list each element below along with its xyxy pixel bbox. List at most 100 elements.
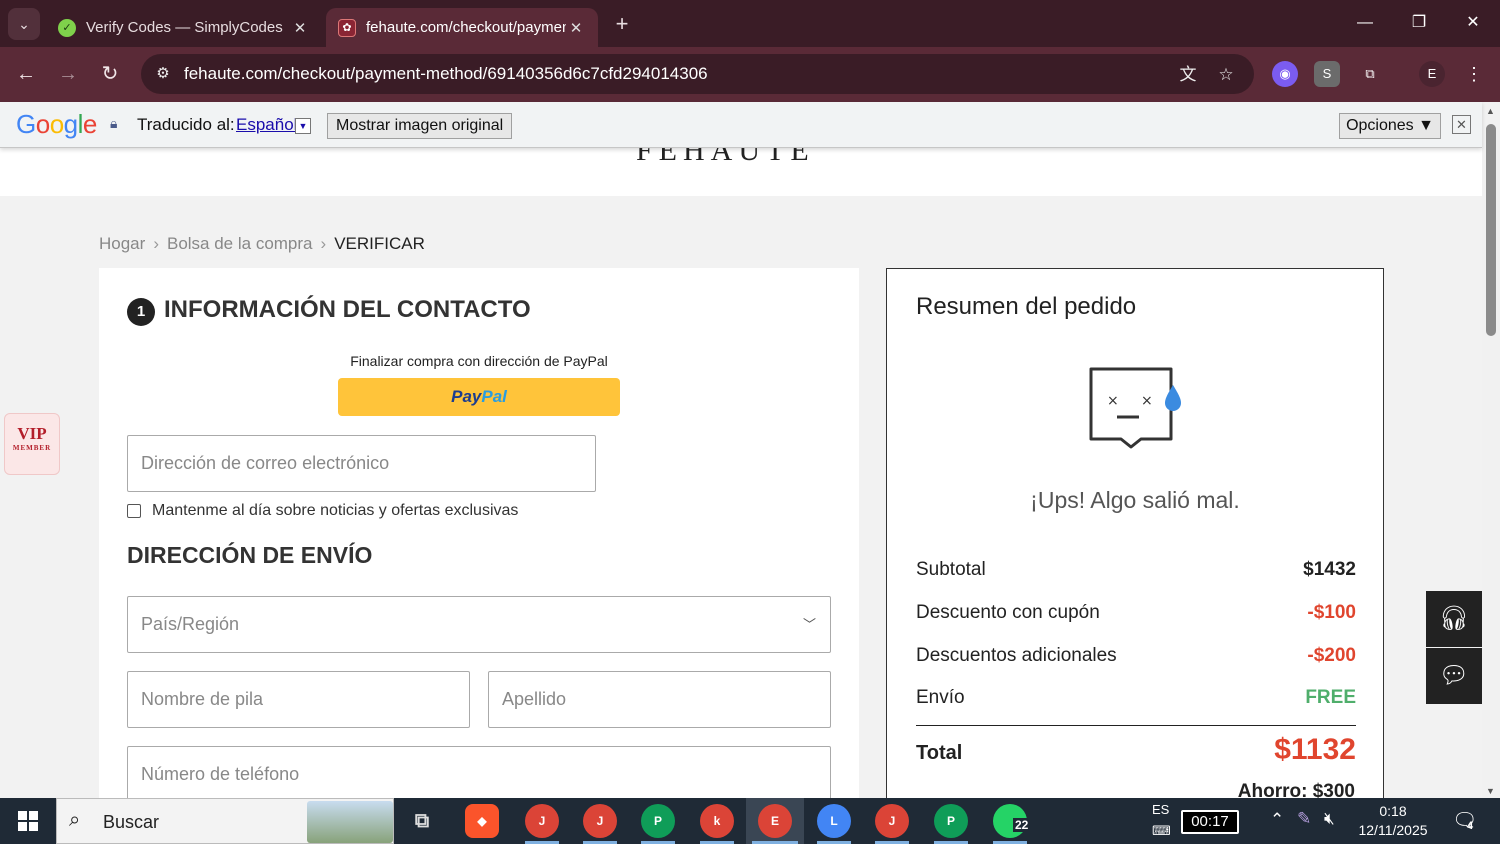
arrow-left-icon: ← (16, 63, 36, 85)
tab-search-button[interactable]: ⌄ (8, 8, 40, 40)
chrome-profile-letter: k (713, 814, 721, 828)
search-highlight-image (307, 801, 393, 843)
tab-fehaute-checkout[interactable]: ✿ fehaute.com/checkout/paymen ✕ (326, 8, 598, 47)
show-original-button[interactable]: Mostrar imagen original (327, 113, 513, 139)
paypal-logo-pay: Pay (451, 387, 482, 406)
country-select[interactable]: País/Región ﹀ (127, 596, 831, 653)
tab-title: Verify Codes — SimplyCodes (86, 19, 283, 36)
first-name-input[interactable]: Nombre de pila (127, 671, 470, 728)
order-summary-card: Resumen del pedido × × ¡Ups! Algo salió … (886, 268, 1384, 798)
breadcrumb-home-link[interactable]: Hogar (99, 234, 145, 254)
chat-button[interactable]: 💬︎ (1426, 648, 1482, 704)
vip-member-text: MEMBER (12, 444, 52, 452)
speaker-muted-icon[interactable]: 🔇︎ (1324, 809, 1335, 829)
page-scrollbar[interactable]: ▲ ▼ (1482, 102, 1500, 798)
chevron-right-icon: › (153, 234, 159, 253)
site-logo[interactable]: FEHAUTE (636, 148, 815, 168)
summary-value: FREE (1305, 687, 1356, 708)
chrome-profile-icon[interactable]: L (817, 804, 851, 838)
pen-icon[interactable]: ✎ (1297, 809, 1311, 829)
browser-menu-icon[interactable]: ⋮ (1461, 61, 1487, 87)
breadcrumb: Hogar › Bolsa de la compra › VERIFICAR (99, 234, 425, 254)
scroll-up-arrow-icon[interactable]: ▲ (1486, 106, 1495, 116)
summary-value: $1432 (1303, 559, 1356, 580)
extension-purple-icon[interactable]: ◉ (1272, 61, 1298, 87)
chrome-profile-icon[interactable]: P (934, 804, 968, 838)
customer-support-button[interactable]: 🎧︎ (1426, 591, 1482, 647)
extension-s-button[interactable]: S (1314, 61, 1340, 87)
reload-icon: ↻ (101, 63, 119, 85)
chrome-profile-icon[interactable]: J (583, 804, 617, 838)
newsletter-checkbox[interactable] (127, 504, 141, 518)
chrome-profile-letter: J (596, 814, 604, 828)
vip-member-badge[interactable]: VIP MEMBER (4, 413, 60, 475)
total-label: Total (916, 742, 963, 764)
last-name-input[interactable]: Apellido (488, 671, 831, 728)
vip-text: VIP (17, 424, 47, 443)
clock-time: 0:18 (1379, 803, 1407, 819)
summary-value: -$200 (1307, 645, 1356, 666)
clock-date: 12/11/2025 (1358, 822, 1428, 838)
chevron-right-icon: › (320, 234, 327, 253)
translate-bar-close-icon[interactable]: ✕ (1452, 115, 1471, 134)
close-tab-icon[interactable]: ✕ (290, 19, 310, 37)
chrome-profile-letter: P (653, 814, 662, 828)
phone-input[interactable]: Número de teléfono (127, 746, 831, 798)
tab-simplycodes[interactable]: ✓ Verify Codes — SimplyCodes ✕ (46, 8, 322, 47)
order-summary-title: Resumen del pedido (916, 293, 1137, 320)
arrow-right-icon: → (58, 63, 78, 85)
target-language-link[interactable]: Español (236, 115, 297, 135)
address-bar[interactable]: ⚙ fehaute.com/checkout/payment-method/69… (141, 54, 1254, 94)
svg-text:×: × (1107, 393, 1119, 409)
site-info-icon[interactable]: ⚙ (151, 62, 175, 86)
chrome-profile-icon[interactable]: E (758, 804, 792, 838)
restore-window-button[interactable]: ❐ (1399, 8, 1439, 38)
taskbar-clock[interactable]: 0:18 12/11/2025 (1352, 802, 1434, 840)
url-text[interactable]: fehaute.com/checkout/payment-method/6914… (184, 64, 708, 84)
email-input[interactable]: Dirección de correo electrónico (127, 435, 596, 492)
close-tab-icon[interactable]: ✕ (566, 19, 586, 37)
browser-toolbar: ← → ↻ ⚙ fehaute.com/checkout/payment-met… (0, 47, 1500, 102)
minimize-window-button[interactable]: — (1345, 8, 1385, 38)
brave-browser-icon[interactable]: ◆ (465, 804, 499, 838)
chrome-profile-icon[interactable]: P (641, 804, 675, 838)
chrome-profile-letter: J (888, 814, 896, 828)
step-number-badge: 1 (127, 298, 155, 326)
chrome-profile-letter: P (946, 814, 955, 828)
whatsapp-icon[interactable]: 22 (993, 804, 1031, 838)
close-window-button[interactable]: ✕ (1453, 8, 1493, 38)
translate-options-button[interactable]: Opciones ▼ (1339, 113, 1441, 139)
translate-icon[interactable]: 文 (1176, 63, 1200, 87)
chevron-up-icon[interactable]: ⌃ (1270, 810, 1284, 830)
extensions-puzzle-icon[interactable]: ⧉ (1357, 61, 1383, 87)
reload-button[interactable]: ↻ (95, 59, 125, 89)
language-dropdown-icon[interactable]: ▼ (295, 118, 311, 134)
task-view-icon[interactable]: ⧉ (405, 804, 439, 838)
shipping-address-heading: DIRECCIÓN DE ENVÍO (127, 542, 373, 568)
restore-icon: ❐ (1411, 14, 1427, 31)
paypal-checkout-button[interactable]: PayPal (338, 378, 620, 416)
notifications-icon[interactable]: 🗨︎ (1452, 808, 1477, 833)
taskbar-search-text: Buscar (103, 812, 160, 832)
taskbar-search-box[interactable]: ⌕ Buscar (56, 798, 394, 844)
bookmark-star-icon[interactable]: ☆ (1214, 63, 1238, 87)
newsletter-label: Mantenme al día sobre noticias y ofertas… (152, 502, 519, 519)
contact-info-heading: INFORMACIÓN DEL CONTACTO (164, 296, 531, 323)
input-language-indicator[interactable]: ES (1152, 802, 1169, 817)
chrome-profile-icon[interactable]: J (875, 804, 909, 838)
scrollbar-thumb[interactable] (1486, 124, 1496, 336)
chrome-profile-icon[interactable]: J (525, 804, 559, 838)
new-tab-button[interactable]: + (608, 10, 636, 38)
scroll-down-arrow-icon[interactable]: ▼ (1486, 786, 1495, 796)
back-button[interactable]: ← (11, 59, 41, 89)
profile-avatar[interactable]: E (1419, 61, 1445, 87)
keyboard-icon[interactable]: ⌨ (1152, 823, 1171, 839)
plus-icon: + (615, 11, 629, 36)
summary-row-subtotal: Subtotal $1432 (916, 559, 1356, 581)
timer-widget[interactable]: 00:17 (1181, 810, 1239, 834)
breadcrumb-bag-link[interactable]: Bolsa de la compra (167, 234, 313, 254)
forward-button[interactable]: → (53, 59, 83, 89)
whatsapp-badge: 22 (1013, 818, 1031, 832)
start-button[interactable] (0, 798, 56, 844)
chrome-profile-icon[interactable]: k (700, 804, 734, 838)
